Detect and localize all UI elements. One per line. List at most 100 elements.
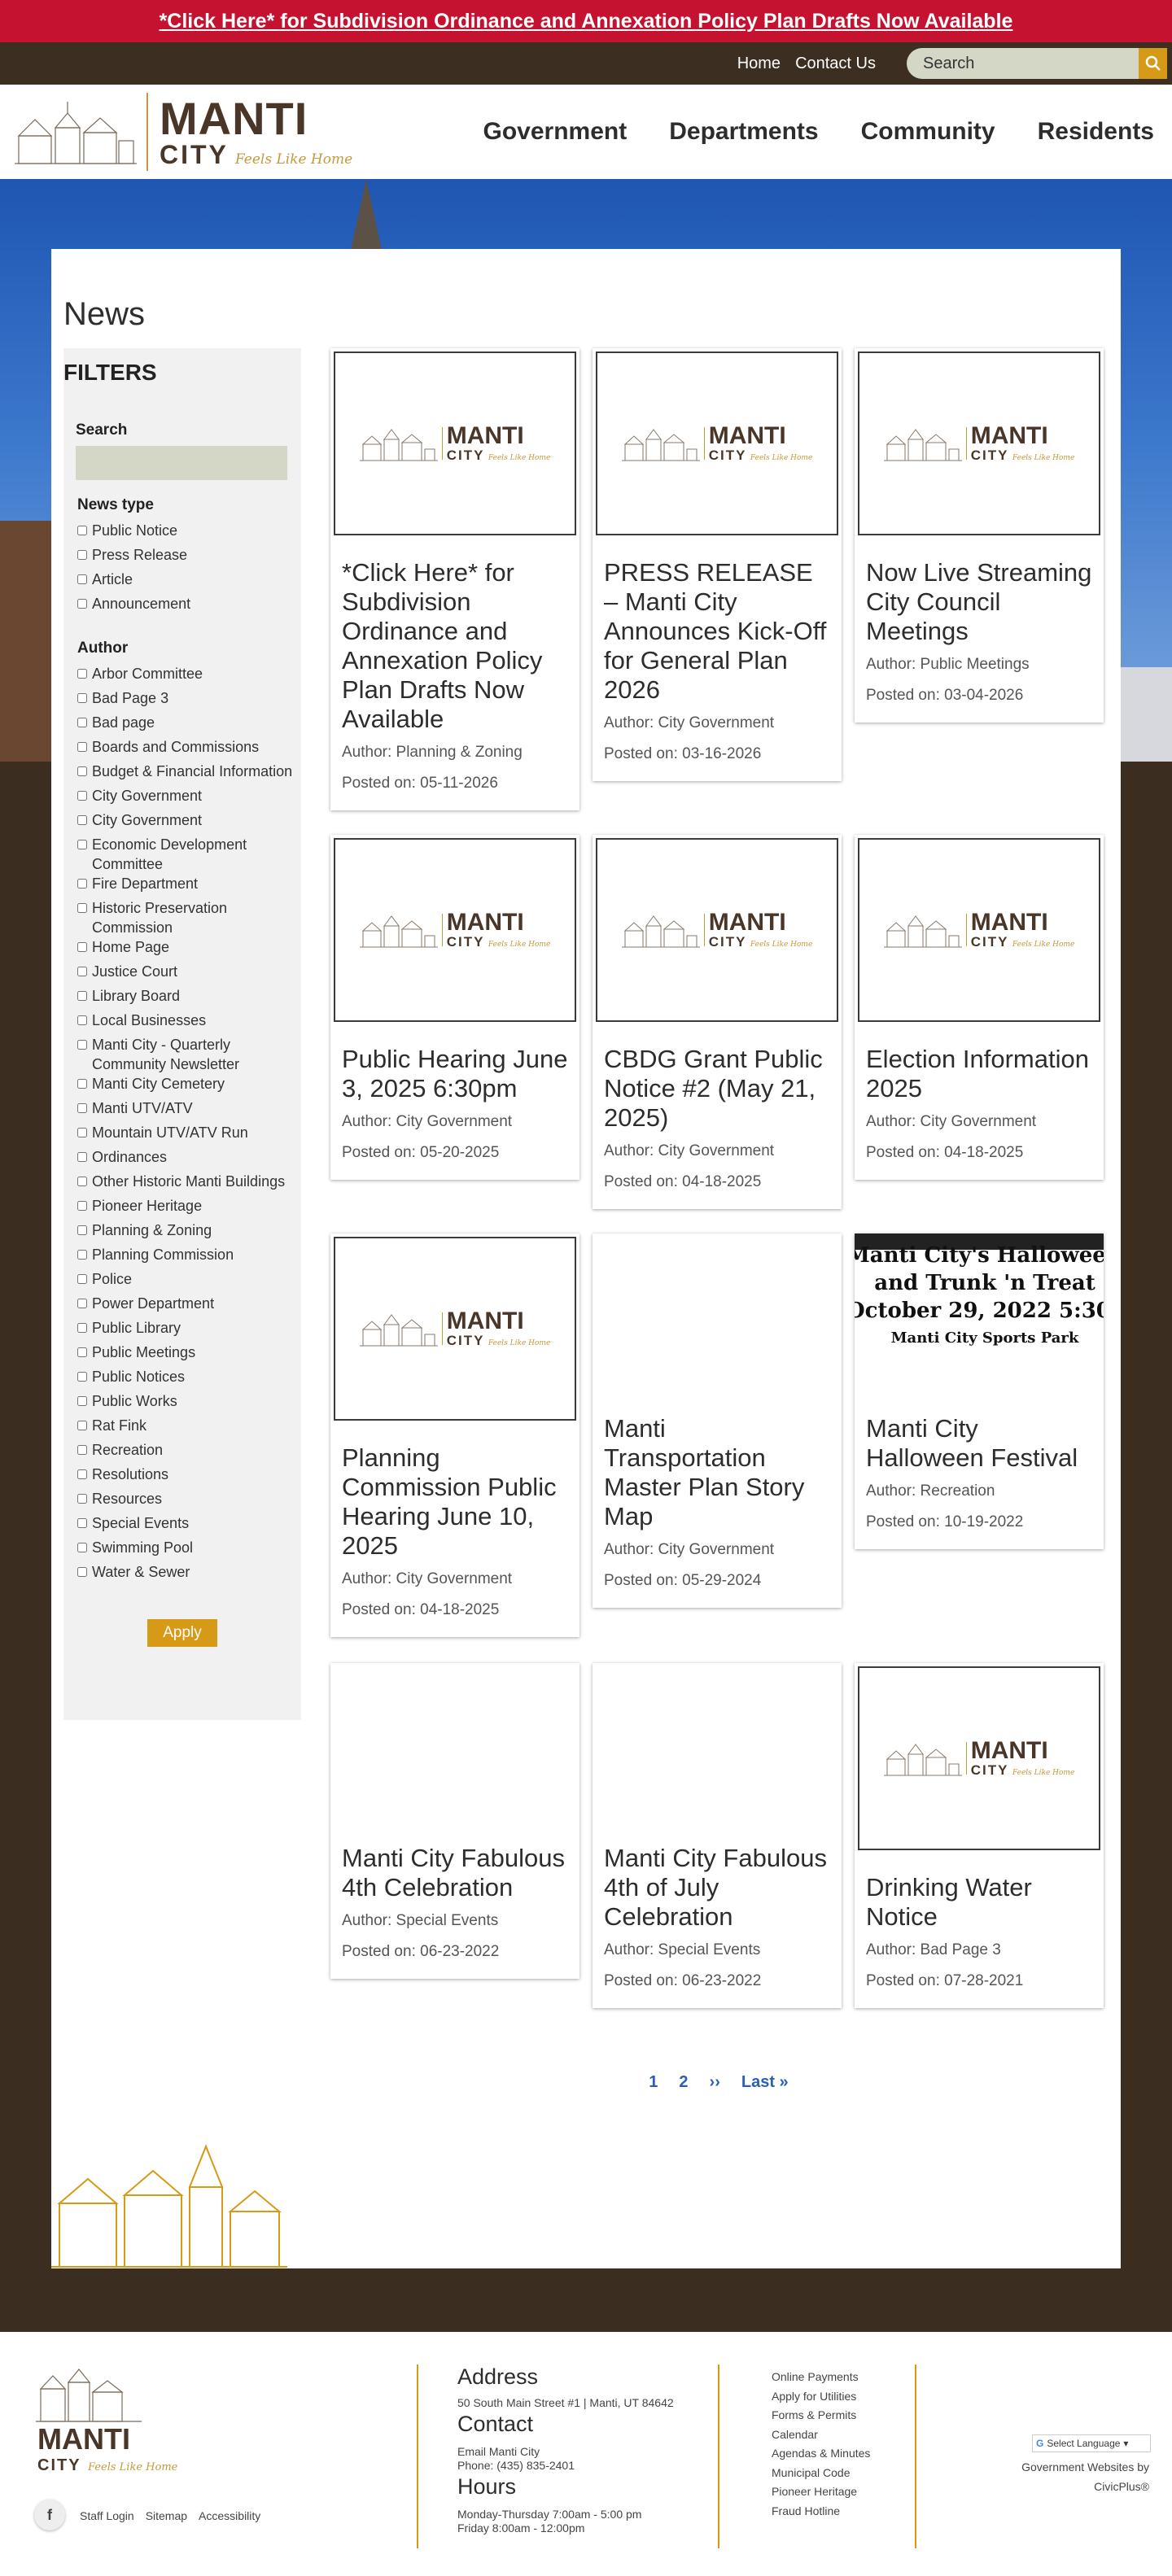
news-card-title[interactable]: Drinking Water Notice — [855, 1853, 1104, 1932]
author-checkbox[interactable] — [77, 991, 87, 1001]
author-option[interactable]: Public Library — [77, 1318, 301, 1343]
news-card[interactable]: Manti City Fabulous 4th Celebration Autho… — [330, 1663, 579, 1979]
author-option[interactable]: Historic Preservation Commission — [77, 898, 301, 937]
author-option[interactable]: Resources — [77, 1489, 301, 1513]
news-card[interactable]: MANTI CITY Feels Like Home Election Inform… — [855, 835, 1104, 1180]
author-option[interactable]: Public Works — [77, 1391, 301, 1416]
news-card[interactable]: MANTI CITY Feels Like Home Public Hearing … — [330, 835, 579, 1180]
author-option[interactable]: Bad page — [77, 713, 301, 737]
author-option[interactable]: Police — [77, 1269, 301, 1294]
author-checkbox[interactable] — [77, 1299, 87, 1308]
author-checkbox[interactable] — [77, 1323, 87, 1333]
author-option[interactable]: Boards and Commissions — [77, 737, 301, 762]
author-option[interactable]: Arbor Committee — [77, 664, 301, 688]
author-checkbox[interactable] — [77, 1421, 87, 1430]
author-option[interactable]: Home Page — [77, 937, 301, 962]
author-checkbox[interactable] — [77, 1040, 87, 1050]
news-card[interactable]: MANTI CITY Feels Like Home Planning Commis… — [330, 1233, 579, 1637]
quick-link[interactable]: Calendar — [772, 2425, 870, 2445]
nav-departments[interactable]: Departments — [648, 118, 839, 146]
author-checkbox[interactable] — [77, 1015, 87, 1025]
news-card-title[interactable]: Manti City Fabulous 4th Celebration — [330, 1824, 579, 1902]
author-checkbox[interactable] — [77, 1347, 87, 1357]
author-checkbox[interactable] — [77, 815, 87, 825]
news-type-checkbox[interactable] — [77, 526, 87, 535]
author-checkbox[interactable] — [77, 742, 87, 752]
author-checkbox[interactable] — [77, 1567, 87, 1577]
author-option[interactable]: Ordinances — [77, 1147, 301, 1172]
sitemap-link[interactable]: Sitemap — [146, 2509, 187, 2522]
news-card-title[interactable]: Election Information 2025 — [855, 1025, 1104, 1103]
quick-link[interactable]: Fraud Hotline — [772, 2502, 870, 2521]
author-option[interactable]: Manti City - Quarterly Community Newslet… — [77, 1035, 301, 1074]
author-checkbox[interactable] — [77, 942, 87, 952]
author-option[interactable]: Budget & Financial Information — [77, 762, 301, 786]
news-card[interactable]: MANTI CITY Feels Like Home CBDG Grant Publ… — [593, 835, 842, 1209]
author-option[interactable]: Planning Commission — [77, 1245, 301, 1269]
author-checkbox[interactable] — [77, 1445, 87, 1455]
news-type-checkbox[interactable] — [77, 574, 87, 584]
nav-government[interactable]: Government — [462, 118, 649, 146]
author-option[interactable]: Power Department — [77, 1294, 301, 1318]
news-card-title[interactable]: Public Hearing June 3, 2025 6:30pm — [330, 1025, 579, 1103]
author-checkbox[interactable] — [77, 1201, 87, 1211]
alert-link[interactable]: *Click Here* for Subdivision Ordinance a… — [160, 10, 1013, 33]
quick-link[interactable]: Agendas & Minutes — [772, 2444, 870, 2464]
news-card-title[interactable]: Planning Commission Public Hearing June … — [330, 1424, 579, 1561]
author-checkbox[interactable] — [77, 1128, 87, 1137]
author-option[interactable]: Pioneer Heritage — [77, 1196, 301, 1220]
author-checkbox[interactable] — [77, 879, 87, 889]
author-option[interactable]: Manti UTV/ATV — [77, 1098, 301, 1123]
author-checkbox[interactable] — [77, 1177, 87, 1186]
nav-community[interactable]: Community — [840, 118, 1017, 146]
author-option[interactable]: Recreation — [77, 1440, 301, 1465]
author-checkbox[interactable] — [77, 693, 87, 703]
author-checkbox[interactable] — [77, 1079, 87, 1089]
page-1-link[interactable]: 1 — [649, 2073, 658, 2092]
author-option[interactable]: Bad Page 3 — [77, 688, 301, 713]
civicplus-link[interactable]: CivicPlus® — [1094, 2480, 1149, 2493]
author-option[interactable]: Local Businesses — [77, 1011, 301, 1035]
author-checkbox[interactable] — [77, 1152, 87, 1162]
author-checkbox[interactable] — [77, 967, 87, 976]
search-input[interactable] — [907, 48, 1139, 79]
author-option[interactable]: City Government — [77, 810, 301, 835]
author-option[interactable]: Manti City Cemetery — [77, 1074, 301, 1098]
quick-link[interactable]: Pioneer Heritage — [772, 2482, 870, 2502]
next-page-link[interactable]: ›› — [710, 2073, 720, 2092]
footer-logo[interactable]: MANTI CITY Feels Like Home — [36, 2364, 199, 2478]
author-checkbox[interactable] — [77, 791, 87, 801]
apply-button[interactable]: Apply — [147, 1619, 217, 1647]
news-card[interactable]: MANTI CITY Feels Like Home *Click Here* fo… — [330, 348, 579, 810]
author-option[interactable]: Resolutions — [77, 1465, 301, 1489]
author-option[interactable]: Fire Department — [77, 874, 301, 898]
news-card-title[interactable]: Manti City Halloween Festival — [855, 1395, 1104, 1473]
quick-link[interactable]: Municipal Code — [772, 2464, 870, 2483]
author-checkbox[interactable] — [77, 1250, 87, 1260]
site-logo[interactable]: MANTI CITY Feels Like Home — [15, 93, 352, 171]
news-card[interactable]: MANTI CITY Feels Like Home Drinking Water … — [855, 1663, 1104, 2008]
author-option[interactable]: Mountain UTV/ATV Run — [77, 1123, 301, 1147]
author-checkbox[interactable] — [77, 718, 87, 727]
author-option[interactable]: Library Board — [77, 986, 301, 1011]
news-card-title[interactable]: *Click Here* for Subdivision Ordinance a… — [330, 539, 579, 734]
news-card[interactable]: MANTI CITY Feels Like Home PRESS RELEASE –… — [593, 348, 842, 781]
author-checkbox[interactable] — [77, 1396, 87, 1406]
author-checkbox[interactable] — [77, 669, 87, 679]
author-checkbox[interactable] — [77, 903, 87, 913]
author-checkbox[interactable] — [77, 840, 87, 849]
email-link[interactable]: Email Manti City — [457, 2445, 674, 2459]
news-type-option[interactable]: Public Notice — [77, 521, 301, 545]
author-checkbox[interactable] — [77, 1469, 87, 1479]
nav-residents[interactable]: Residents — [1017, 118, 1172, 146]
author-option[interactable]: Special Events — [77, 1513, 301, 1538]
news-card[interactable]: Manti City's Halloween Festival and Trunk… — [855, 1233, 1104, 1549]
author-checkbox[interactable] — [77, 1494, 87, 1504]
last-page-link[interactable]: Last » — [741, 2073, 789, 2092]
search-button[interactable] — [1139, 48, 1167, 79]
contact-link[interactable]: Contact Us — [795, 55, 876, 73]
quick-link[interactable]: Forms & Permits — [772, 2406, 870, 2425]
author-checkbox[interactable] — [77, 1372, 87, 1382]
news-card-title[interactable]: CBDG Grant Public Notice #2 (May 21, 202… — [593, 1025, 842, 1133]
author-option[interactable]: Planning & Zoning — [77, 1220, 301, 1245]
